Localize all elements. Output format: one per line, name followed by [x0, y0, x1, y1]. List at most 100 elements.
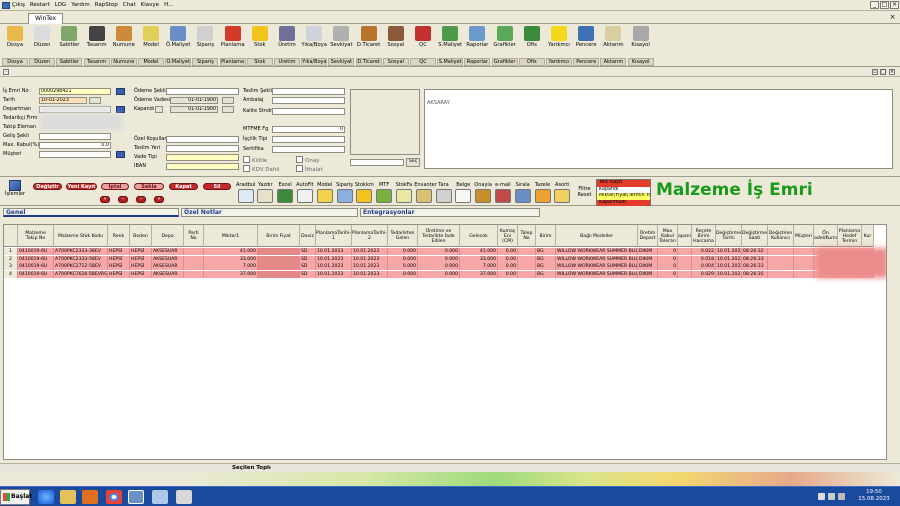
column-header[interactable]: PlanlamaTarihi-2 [352, 225, 388, 247]
table-cell[interactable]: 33.000 [204, 255, 258, 263]
toolbar-dropdown[interactable]: S.Maliyet [437, 58, 464, 66]
kapandi-date-field[interactable]: 01-01-1900 [170, 106, 218, 113]
musteri-field[interactable] [39, 151, 111, 158]
column-header[interactable]: Planlama Hedef Termin [838, 225, 862, 247]
tab-ozel-notlar[interactable]: Özel Notlar [181, 208, 358, 217]
table-cell[interactable]: 2 [4, 255, 18, 263]
column-header[interactable]: Müşteri [794, 225, 814, 247]
degistir-button[interactable]: Değiştir [33, 183, 62, 190]
note-area[interactable]: AKSARAY [424, 89, 893, 169]
table-cell[interactable] [518, 255, 536, 263]
table-cell[interactable]: SD [300, 248, 316, 255]
toolbar-dropdown[interactable]: Stok [246, 58, 273, 66]
minimize-button[interactable]: _ [870, 1, 879, 9]
clock[interactable]: 19:50 15.08.2023 [854, 489, 894, 505]
kapandi-checkbox[interactable] [155, 106, 163, 113]
menu-item[interactable]: Çıkış [12, 2, 25, 8]
toolbar-dropdown[interactable]: Raporlar [464, 58, 491, 66]
toolbar-dropdown[interactable]: Ö.Maliyet [165, 58, 192, 66]
table-cell[interactable]: 0.00 [498, 270, 518, 278]
kilitle-checkbox[interactable]: Kilitle [243, 156, 267, 164]
toolbar-dropdown[interactable]: Pencere [573, 58, 600, 66]
table-cell[interactable]: HEPSİ [108, 248, 130, 255]
tool-model[interactable]: Model [315, 181, 334, 205]
prev-record-icon[interactable]: ‹ [118, 196, 128, 203]
table-cell[interactable]: 10.01.2023 [716, 263, 742, 270]
tray-network-icon[interactable] [828, 493, 835, 500]
column-header[interactable]: Reçete Birim Harcama [692, 225, 716, 247]
toolbar-button--maliyet[interactable]: Ö.Maliyet Ö.Maliyet [165, 26, 192, 66]
tab-wintex[interactable]: WinTex [28, 13, 64, 24]
table-cell[interactable]: 41.000 [204, 248, 258, 255]
onay-checkbox[interactable]: Onay [296, 156, 319, 164]
tray-volume-icon[interactable] [838, 493, 845, 500]
tool-onayla[interactable]: Onayla [474, 181, 493, 205]
column-header[interactable]: Miktar1 [204, 225, 258, 247]
table-cell[interactable]: SD [300, 270, 316, 278]
table-cell[interactable]: 3 [4, 263, 18, 270]
column-header[interactable]: Max Kabul Toleran [658, 225, 678, 247]
table-cell[interactable]: 0410019-6U [18, 255, 54, 263]
column-header[interactable]: Üretim Depart [638, 225, 658, 247]
table-cell[interactable]: 08:26:33 [742, 255, 768, 263]
ambalaj-field[interactable] [272, 97, 345, 104]
table-cell[interactable]: AKSESUAR [152, 248, 184, 255]
toolbar-dropdown[interactable]: Yıka/Boya [301, 58, 328, 66]
toolbar-dropdown[interactable]: Ofis [518, 58, 545, 66]
table-cell[interactable]: SD [300, 255, 316, 263]
column-header[interactable]: Değiştirme Tarihi [716, 225, 742, 247]
toolbar-button-sabitler[interactable]: Sabitler Sabitler [56, 26, 83, 66]
start-button[interactable]: Başlat [0, 489, 32, 505]
menu-item[interactable]: RapStop [95, 2, 118, 8]
toolbar-dropdown[interactable]: QC [410, 58, 436, 66]
table-cell[interactable]: 08:26:33 [742, 263, 768, 270]
tab-entegrasyonlar[interactable]: Entegrasyonlar [360, 208, 540, 217]
table-cell[interactable]: A700PKC2333-38EV [54, 248, 108, 255]
table-cell[interactable]: WILLOW WORKWEAR SUMMER BLUE OL [556, 270, 638, 278]
column-header[interactable]: Birim [536, 225, 556, 247]
table-cell[interactable] [518, 248, 536, 255]
table-cell[interactable]: 37.000 [460, 270, 498, 278]
table-cell[interactable] [258, 270, 300, 278]
tool-belge[interactable]: Belge [454, 181, 473, 205]
sertifika-field[interactable] [272, 146, 345, 153]
column-header[interactable]: Beden [130, 225, 152, 247]
table-cell[interactable]: 0.000 [418, 270, 460, 278]
tool-yazd-r[interactable]: Yazdır [256, 181, 275, 205]
teslim-sekli-field[interactable] [272, 88, 345, 95]
toolbar-button-qc[interactable]: QC QC [410, 26, 436, 66]
table-cell[interactable] [518, 263, 536, 270]
menu-item[interactable]: Yardım [71, 2, 90, 8]
sakla-button[interactable]: Sakla [134, 183, 164, 190]
maximize-icon[interactable]: □ [880, 69, 886, 75]
toolbar-button-numune[interactable]: Numune Numune [110, 26, 137, 66]
tarih-calendar-button[interactable] [89, 97, 101, 104]
table-row[interactable]: 1 0410019-6U A700PKC2333-38EV HEPSİ HEPSİ AKS… [4, 248, 874, 255]
table-cell[interactable]: A700PKC7616-58EVRG [54, 270, 108, 278]
close-button[interactable]: × [890, 1, 899, 9]
image-path-field[interactable] [350, 159, 404, 166]
kdv-dahil-checkbox[interactable]: KDV Dahil [243, 165, 279, 173]
odeme-vadesi-calendar[interactable] [222, 97, 234, 104]
table-cell[interactable]: 0.00 [498, 248, 518, 255]
table-cell[interactable]: 10.01.2023 [316, 255, 352, 263]
table-cell[interactable] [258, 248, 300, 255]
table-cell[interactable]: 0.000 [388, 270, 418, 278]
table-cell[interactable]: 0.000 [418, 255, 460, 263]
table-cell[interactable] [258, 255, 300, 263]
max-kabul-field[interactable]: 0,0 [39, 142, 111, 149]
tool-s-rala[interactable]: Sırala [513, 181, 532, 205]
table-cell[interactable]: 41.000 [460, 248, 498, 255]
toolbar-dropdown[interactable]: Sosyal [382, 58, 409, 66]
table-cell[interactable]: SD [300, 263, 316, 270]
odeme-vadesi-field[interactable]: 01-01-1900 [170, 97, 218, 104]
table-cell[interactable] [184, 248, 204, 255]
table-row[interactable]: 3 0410019-6U A700PKC2712-58EV HEPSİ HEPSİ AKS… [4, 263, 874, 270]
table-cell[interactable]: 10.01.2023 [716, 248, 742, 255]
table-cell[interactable]: HEPSİ [108, 255, 130, 263]
table-cell[interactable]: 0.00 [498, 263, 518, 270]
teslim-yeri-field[interactable] [166, 145, 239, 152]
column-header[interactable]: Talep No [518, 225, 536, 247]
tool-e-mail[interactable]: e-mail [493, 181, 512, 205]
ithalat-checkbox[interactable]: İthalat [296, 165, 323, 173]
